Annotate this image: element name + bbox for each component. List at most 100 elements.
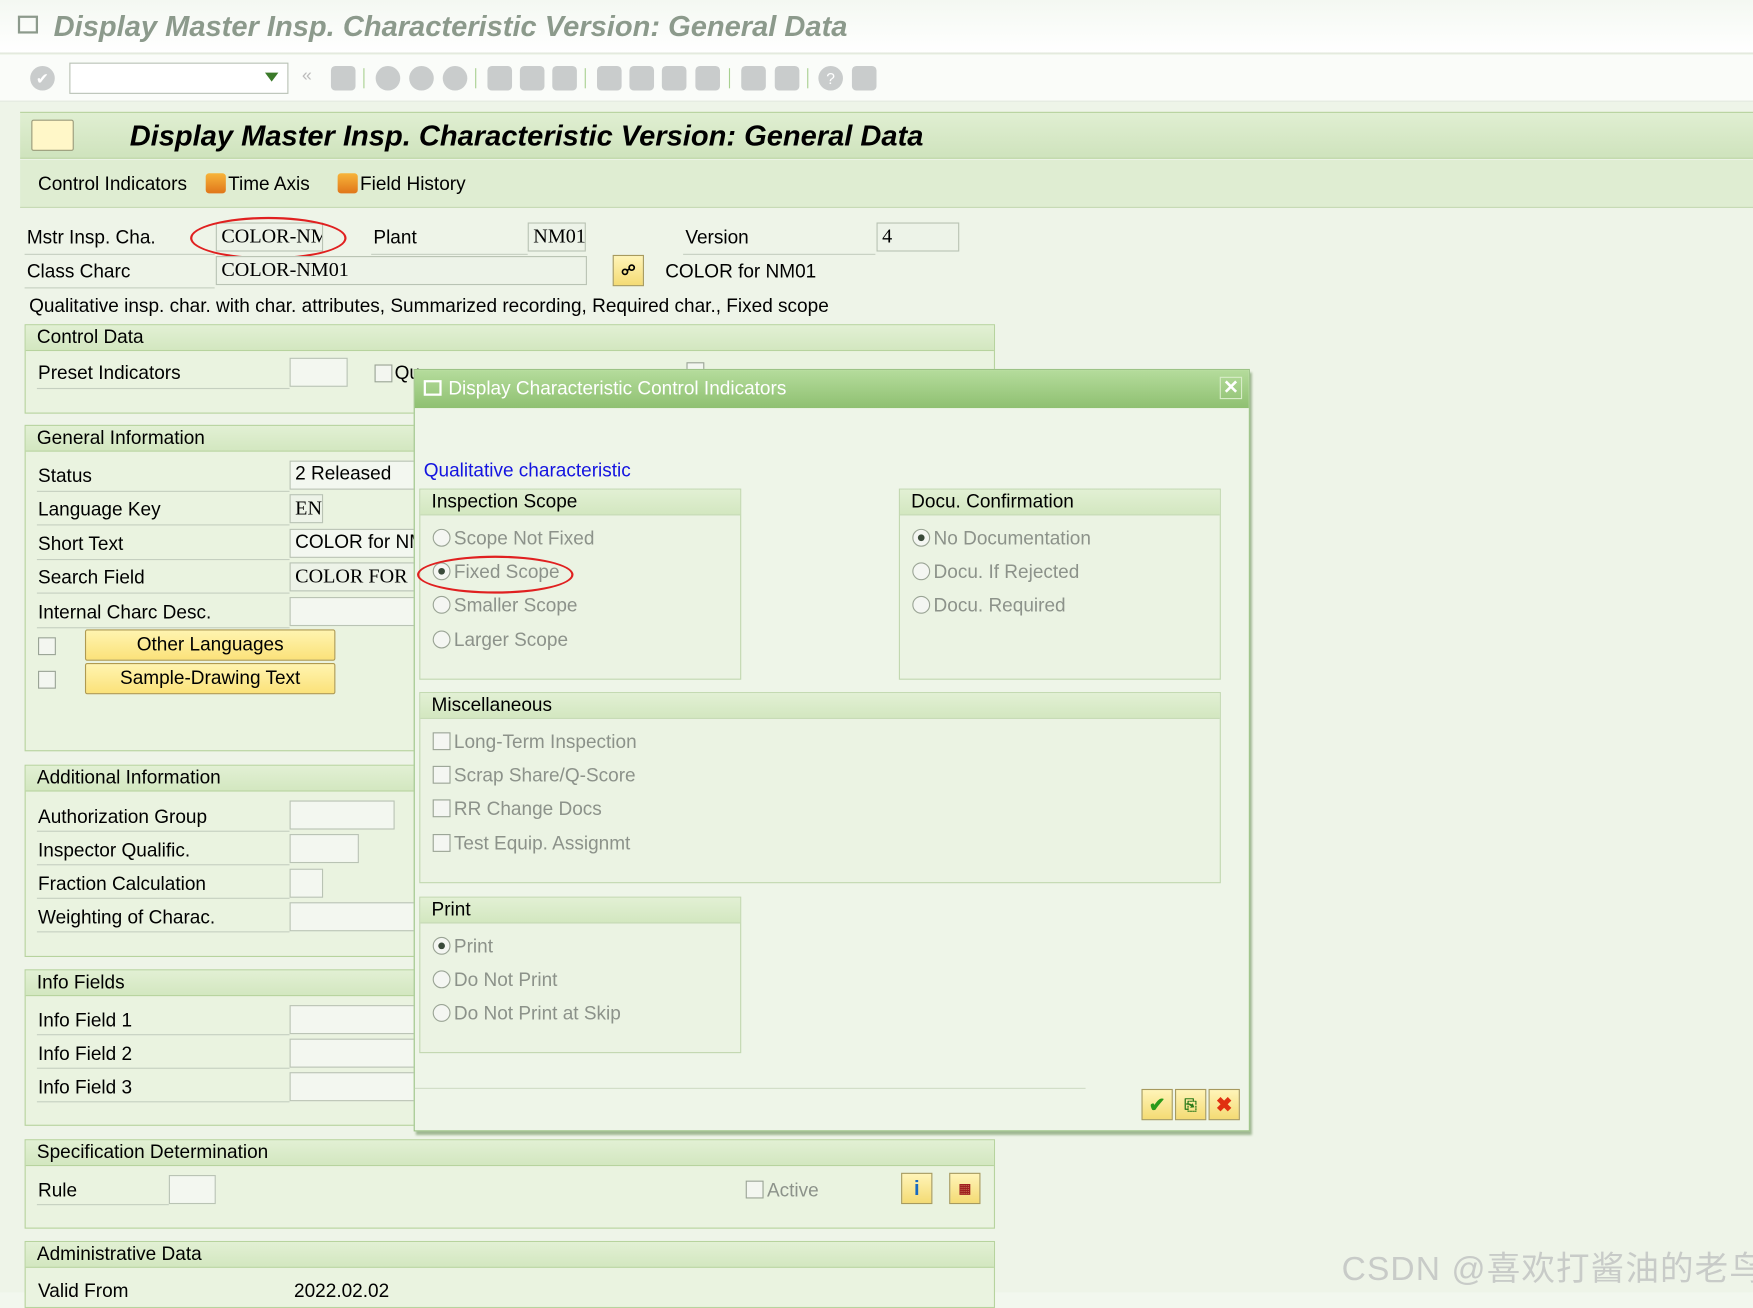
system-toolbar: ✔ « ? [0, 54, 1753, 102]
print-title: Print [420, 897, 741, 924]
time-axis-label: Time Axis [228, 173, 310, 195]
print-radio[interactable]: Print [432, 936, 493, 958]
checkbox-icon [432, 834, 451, 852]
other-languages-checkbox[interactable] [38, 637, 56, 656]
window-menu-icon[interactable] [17, 15, 39, 34]
app-menu-icon[interactable] [31, 119, 74, 151]
radio-icon [912, 562, 931, 581]
previous-page-icon[interactable] [629, 65, 655, 91]
cancel-icon[interactable] [442, 65, 468, 91]
field-history-button[interactable]: Field History [337, 173, 466, 195]
rr-change-docs-checkbox[interactable]: RR Change Docs [432, 798, 602, 820]
scrap-share-checkbox[interactable]: Scrap Share/Q-Score [432, 764, 636, 787]
plant-label: Plant [373, 226, 417, 249]
scope-not-fixed-radio[interactable]: Scope Not Fixed [432, 528, 594, 550]
info-field-1-label: Info Field 1 [38, 1009, 133, 1031]
settings-icon[interactable]: ▦ [949, 1172, 981, 1205]
next-page-icon[interactable] [661, 65, 687, 91]
option-label: Long-Term Inspection [453, 731, 637, 753]
miscellaneous-group: Miscellaneous Long-Term Inspection Scrap… [419, 692, 1221, 884]
test-equip-assignment-checkbox[interactable]: Test Equip. Assignmt [432, 832, 631, 855]
weighting-label: Weighting of Charac. [38, 906, 216, 928]
language-key-field[interactable]: EN [289, 494, 324, 524]
docu-required-radio[interactable]: Docu. Required [912, 594, 1066, 617]
confirm-check-icon[interactable]: ✔ [1141, 1088, 1173, 1121]
preset-indicators-label: Preset Indicators [38, 362, 181, 384]
radio-icon [432, 595, 451, 614]
option-label: No Documentation [933, 527, 1091, 549]
inspector-qualific-label: Inspector Qualific. [38, 839, 191, 861]
radio-icon [432, 970, 451, 989]
command-field[interactable] [69, 62, 289, 94]
radio-icon [432, 630, 451, 649]
first-page-icon[interactable] [597, 65, 622, 91]
class-charc-label: Class Charc [26, 260, 131, 282]
create-session-icon[interactable] [741, 65, 766, 91]
dialog-menu-icon[interactable] [423, 380, 442, 396]
rule-field[interactable] [168, 1175, 216, 1205]
save-icon[interactable] [330, 65, 356, 91]
cancel-x-icon[interactable]: ✖ [1208, 1088, 1240, 1121]
dialog-titlebar: Display Characteristic Control Indicator… [414, 370, 1249, 409]
option-label: Do Not Print [453, 969, 558, 991]
shortcut-icon[interactable] [774, 65, 800, 91]
help-icon[interactable]: ? [818, 65, 843, 91]
option-label: Do Not Print at Skip [453, 1002, 621, 1025]
radio-icon [432, 1003, 451, 1022]
long-term-inspection-checkbox[interactable]: Long-Term Inspection [432, 731, 637, 753]
window-titlebar: Display Master Insp. Characteristic Vers… [0, 0, 1753, 54]
control-indicators-button[interactable]: Control Indicators [38, 173, 187, 195]
time-axis-button[interactable]: Time Axis [205, 173, 310, 195]
application-toolbar: Control Indicators Time Axis Field Histo… [20, 159, 1753, 208]
option-label: Smaller Scope [453, 594, 578, 617]
class-charc-description: COLOR for NM01 [665, 260, 817, 282]
print-icon[interactable] [487, 65, 513, 91]
chevron-down-icon[interactable] [264, 72, 279, 82]
info-field-2-label: Info Field 2 [38, 1043, 133, 1065]
preset-indicators-field[interactable] [289, 357, 348, 387]
inspector-qualific-field[interactable] [289, 834, 359, 864]
active-checkbox[interactable] [745, 1180, 764, 1199]
option-label: Docu. Required [933, 594, 1066, 617]
collapse-icon[interactable]: « [302, 66, 312, 86]
enter-icon[interactable]: ✔ [30, 65, 55, 91]
mstr-insp-cha-label: Mstr Insp. Cha. [26, 226, 156, 249]
sample-drawing-text-button[interactable]: Sample-Drawing Text [84, 662, 336, 695]
no-documentation-radio[interactable]: No Documentation [912, 528, 1091, 550]
docu-confirmation-title: Docu. Confirmation [899, 489, 1220, 516]
plant-field[interactable]: NM01 [527, 222, 586, 252]
version-field[interactable]: 4 [876, 222, 960, 252]
qualitative-checkbox[interactable] [374, 364, 393, 383]
docu-confirmation-group: Docu. Confirmation No Documentation Docu… [898, 488, 1221, 680]
exit-icon[interactable] [409, 65, 434, 91]
back-icon[interactable] [375, 65, 401, 91]
find-next-icon[interactable] [552, 65, 577, 91]
internal-charc-desc-label: Internal Charc Desc. [38, 601, 212, 623]
last-page-icon[interactable] [695, 65, 720, 91]
sample-drawing-checkbox[interactable] [38, 670, 56, 689]
checkbox-icon [432, 732, 451, 751]
larger-scope-radio[interactable]: Larger Scope [432, 629, 568, 651]
docu-if-rejected-radio[interactable]: Docu. If Rejected [912, 561, 1079, 583]
characteristic-display-icon[interactable]: ☍ [612, 254, 644, 287]
customize-layout-icon[interactable] [851, 65, 877, 91]
info-icon[interactable]: i [901, 1172, 933, 1205]
annotation-circle [417, 555, 574, 594]
fraction-calculation-field[interactable] [289, 868, 324, 898]
search-field-label: Search Field [38, 566, 145, 589]
find-icon[interactable] [519, 65, 545, 91]
smaller-scope-radio[interactable]: Smaller Scope [432, 594, 578, 617]
copy-icon[interactable]: ⎘ [1175, 1088, 1207, 1121]
close-icon[interactable]: ✕ [1219, 376, 1243, 400]
do-not-print-at-skip-radio[interactable]: Do Not Print at Skip [432, 1002, 621, 1025]
class-charc-field[interactable]: COLOR-NM01 [215, 256, 587, 286]
option-label: Docu. If Rejected [933, 561, 1080, 583]
checkbox-icon [432, 799, 451, 818]
other-languages-button[interactable]: Other Languages [84, 629, 336, 661]
do-not-print-radio[interactable]: Do Not Print [432, 969, 558, 991]
version-label: Version [685, 226, 749, 249]
option-label: RR Change Docs [453, 798, 602, 820]
option-label: Test Equip. Assignmt [453, 832, 631, 855]
option-label: Scrap Share/Q-Score [453, 764, 636, 786]
authorization-group-field[interactable] [289, 800, 395, 830]
